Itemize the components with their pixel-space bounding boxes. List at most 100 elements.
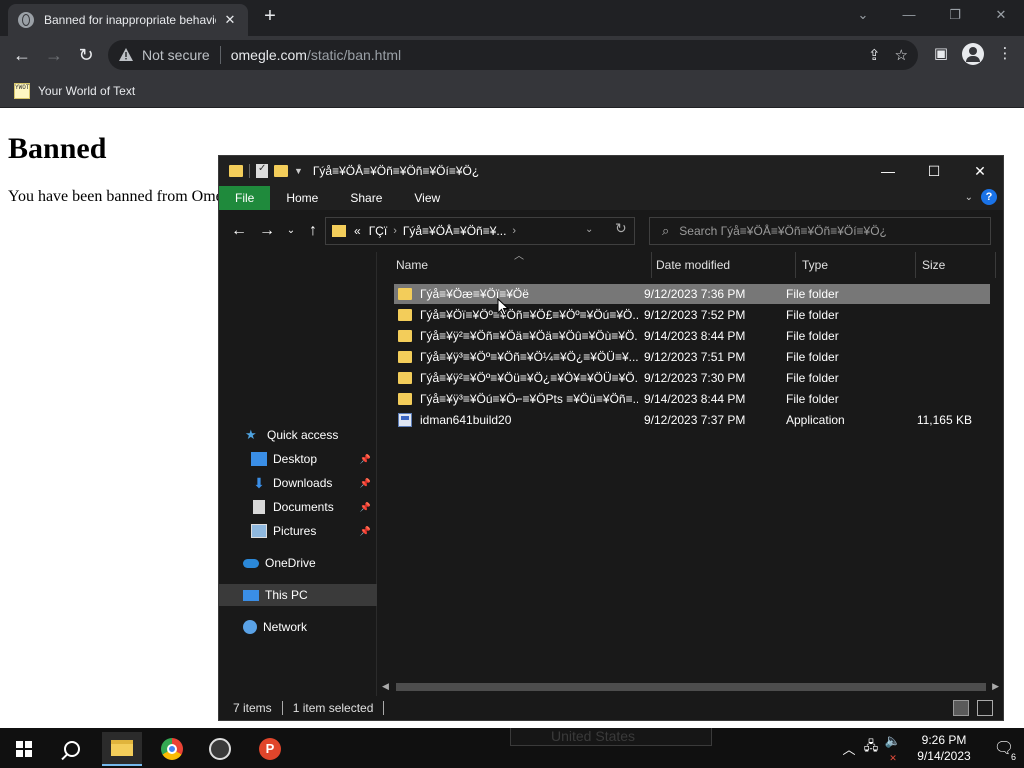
details-view-icon[interactable] (953, 700, 969, 716)
show-hidden-icons-chevron-icon[interactable]: ︿ (838, 739, 860, 758)
profile-icon[interactable] (962, 43, 984, 65)
file-row[interactable]: Гýå≡¥Öï≡¥Öº≡¥Öñ≡¥Ö£≡¥Öº≡¥Öú≡¥Ö... 9/12/2… (394, 305, 990, 325)
nav-item-downloads[interactable]: ⬇ Downloads 📌 (219, 472, 377, 494)
explorer-search-box[interactable]: ⌕ Search Гýå≡¥ÖÅ≡¥Öñ≡¥Öñ≡¥Öí≡¥Ö¿ (649, 217, 991, 245)
column-header-date[interactable]: Date modified (652, 252, 796, 278)
pin-icon[interactable]: 📌 (360, 526, 371, 537)
column-header-type[interactable]: Type (796, 252, 916, 278)
close-window-icon[interactable]: ✕ (957, 156, 1003, 186)
reload-icon[interactable]: ↻ (74, 43, 98, 67)
back-arrow-icon[interactable]: ← (229, 221, 249, 241)
close-tab-icon[interactable]: ✕ (222, 12, 238, 28)
scroll-right-icon[interactable]: ▶ (992, 681, 999, 692)
nav-item-network[interactable]: Network (219, 616, 377, 638)
status-separator (281, 701, 283, 715)
notification-center-button[interactable]: 🗨 6 (984, 738, 1024, 762)
nav-item-quick-access[interactable]: ★ Quick access (219, 424, 377, 446)
vpn-popup-remnant: United States (510, 728, 712, 746)
nav-item-onedrive[interactable]: OneDrive (219, 552, 377, 574)
ribbon-tab-share[interactable]: Share (334, 186, 398, 210)
up-arrow-icon[interactable]: ↑ (303, 221, 323, 241)
customize-qa-icon[interactable]: ▼ (294, 166, 303, 176)
address-dropdown-chevron-icon[interactable]: ⌄ (585, 224, 593, 235)
taskbar-file-explorer[interactable] (102, 732, 142, 766)
volume-muted-icon[interactable]: 🔈✕ (882, 733, 904, 764)
breadcrumb-chevron-icon[interactable]: › (393, 225, 397, 237)
file-type: File folder (786, 371, 839, 385)
new-tab-button[interactable]: + (259, 6, 281, 28)
column-label: Type (802, 258, 829, 272)
new-folder-icon[interactable] (274, 165, 288, 177)
large-icons-view-icon[interactable] (977, 700, 993, 716)
properties-icon[interactable] (256, 163, 268, 178)
maximize-icon[interactable]: ☐ (911, 156, 957, 186)
close-window-icon[interactable]: ✕ (978, 0, 1024, 30)
taskbar-chrome[interactable] (152, 732, 192, 766)
file-name: Гýå≡¥ÿ²≡¥Öº≡¥Öü≡¥Ö¿≡¥Ö¥≡¥ÖÜ≡¥Ö... (420, 371, 638, 385)
side-panel-icon[interactable]: ▣ (930, 43, 952, 65)
psiphon-icon: P (259, 738, 281, 760)
column-header-size[interactable]: Size (916, 252, 996, 278)
ribbon-tab-file[interactable]: File (219, 186, 271, 210)
scroll-left-icon[interactable]: ◀ (382, 681, 389, 692)
chrome-icon (161, 738, 183, 760)
file-explorer-icon (111, 740, 133, 756)
nav-item-documents[interactable]: Documents 📌 (219, 496, 377, 518)
share-icon[interactable]: ⇪ (868, 46, 881, 64)
start-button[interactable] (4, 732, 44, 766)
file-date: 9/14/2023 8:44 PM (644, 392, 746, 406)
toolbar-actions: ▣ ⋮ (930, 43, 1016, 65)
file-type: File folder (786, 308, 839, 322)
taskbar-obs[interactable] (200, 732, 240, 766)
file-row[interactable]: idman641build20 9/12/2023 7:37 PM Applic… (394, 410, 990, 430)
address-bar[interactable]: Not secure omegle.com/static/ban.html ⇪ … (108, 40, 918, 70)
tab-title: Banned for inappropriate behavior (44, 13, 216, 27)
horizontal-scrollbar[interactable]: ◀ ▶ (378, 679, 1003, 695)
forward-arrow-icon[interactable]: → (42, 43, 66, 67)
pin-icon[interactable]: 📌 (360, 478, 371, 489)
breadcrumb-item-current[interactable]: Гýå≡¥ÖÅ≡¥Öñ≡¥... (403, 224, 507, 238)
folder-icon (332, 225, 346, 237)
recent-locations-chevron-icon[interactable]: ⌄ (281, 221, 301, 241)
nav-item-this-pc[interactable]: This PC (219, 584, 377, 606)
pin-icon[interactable]: 📌 (360, 454, 371, 465)
nav-label: This PC (265, 588, 308, 602)
file-row[interactable]: Гýå≡¥ÿ³≡¥Öú≡¥Ö⌐≡¥ÖPts ≡¥Öü≡¥Öñ≡... 9/14/… (394, 389, 990, 409)
column-header-name[interactable]: ︿ Name (378, 251, 652, 278)
breadcrumb-item[interactable]: ГÇï (369, 224, 388, 238)
help-icon[interactable]: ? (981, 189, 997, 205)
minimize-icon[interactable]: — (886, 0, 932, 30)
ribbon-tab-view[interactable]: View (398, 186, 456, 210)
taskbar-psiphon[interactable]: P (250, 732, 290, 766)
refresh-icon[interactable]: ↻ (615, 220, 627, 237)
system-clock[interactable]: 9:26 PM 9/14/2023 (904, 732, 984, 764)
tab-search-chevron-icon[interactable]: ⌄ (840, 0, 886, 30)
back-arrow-icon[interactable]: ← (10, 43, 34, 67)
file-row[interactable]: Гýå≡¥ÿ³≡¥Öº≡¥Öñ≡¥Ö¼≡¥Ö¿≡¥ÖÜ≡¥... 9/12/20… (394, 347, 990, 367)
nav-item-desktop[interactable]: Desktop 📌 (219, 448, 377, 470)
kebab-menu-icon[interactable]: ⋮ (994, 43, 1016, 65)
nav-item-pictures[interactable]: Pictures 📌 (219, 520, 377, 542)
minimize-icon[interactable]: — (865, 156, 911, 186)
breadcrumb-overflow[interactable]: « (354, 224, 361, 238)
taskbar-search-button[interactable] (52, 732, 92, 766)
file-row[interactable]: Гýå≡¥ÿ²≡¥Öº≡¥Öü≡¥Ö¿≡¥Ö¥≡¥ÖÜ≡¥Ö... 9/12/2… (394, 368, 990, 388)
ribbon-tab-home[interactable]: Home (270, 186, 334, 210)
file-date: 9/12/2023 7:37 PM (644, 413, 746, 427)
folder-icon (398, 351, 412, 363)
file-row[interactable]: Гýå≡¥Öæ≡¥Öï≡¥Öë 9/12/2023 7:36 PM File f… (394, 284, 990, 304)
file-explorer-window: ▼ Гýå≡¥ÖÅ≡¥Öñ≡¥Öñ≡¥Öí≡¥Ö¿ — ☐ ✕ File Hom… (218, 155, 1004, 721)
bookmark-your-world-of-text[interactable]: Your World of Text (38, 84, 135, 98)
file-type: File folder (786, 287, 839, 301)
pin-icon[interactable]: 📌 (360, 502, 371, 513)
star-icon[interactable]: ☆ (895, 46, 908, 64)
forward-arrow-icon[interactable]: → (257, 221, 277, 241)
security-status[interactable]: Not secure (142, 47, 210, 63)
restore-icon[interactable]: ❐ (932, 0, 978, 30)
browser-tab-active[interactable]: Banned for inappropriate behavior ✕ (8, 4, 248, 36)
breadcrumb-chevron-icon[interactable]: › (512, 225, 516, 237)
expand-ribbon-chevron-icon[interactable]: ⌄ (965, 192, 973, 203)
network-icon[interactable]: 🖧 (860, 737, 882, 759)
scrollbar-thumb[interactable] (396, 683, 986, 691)
file-row[interactable]: Гýå≡¥ÿ²≡¥Öñ≡¥Öä≡¥Öä≡¥Öû≡¥Öù≡¥Ö... 9/14/2… (394, 326, 990, 346)
